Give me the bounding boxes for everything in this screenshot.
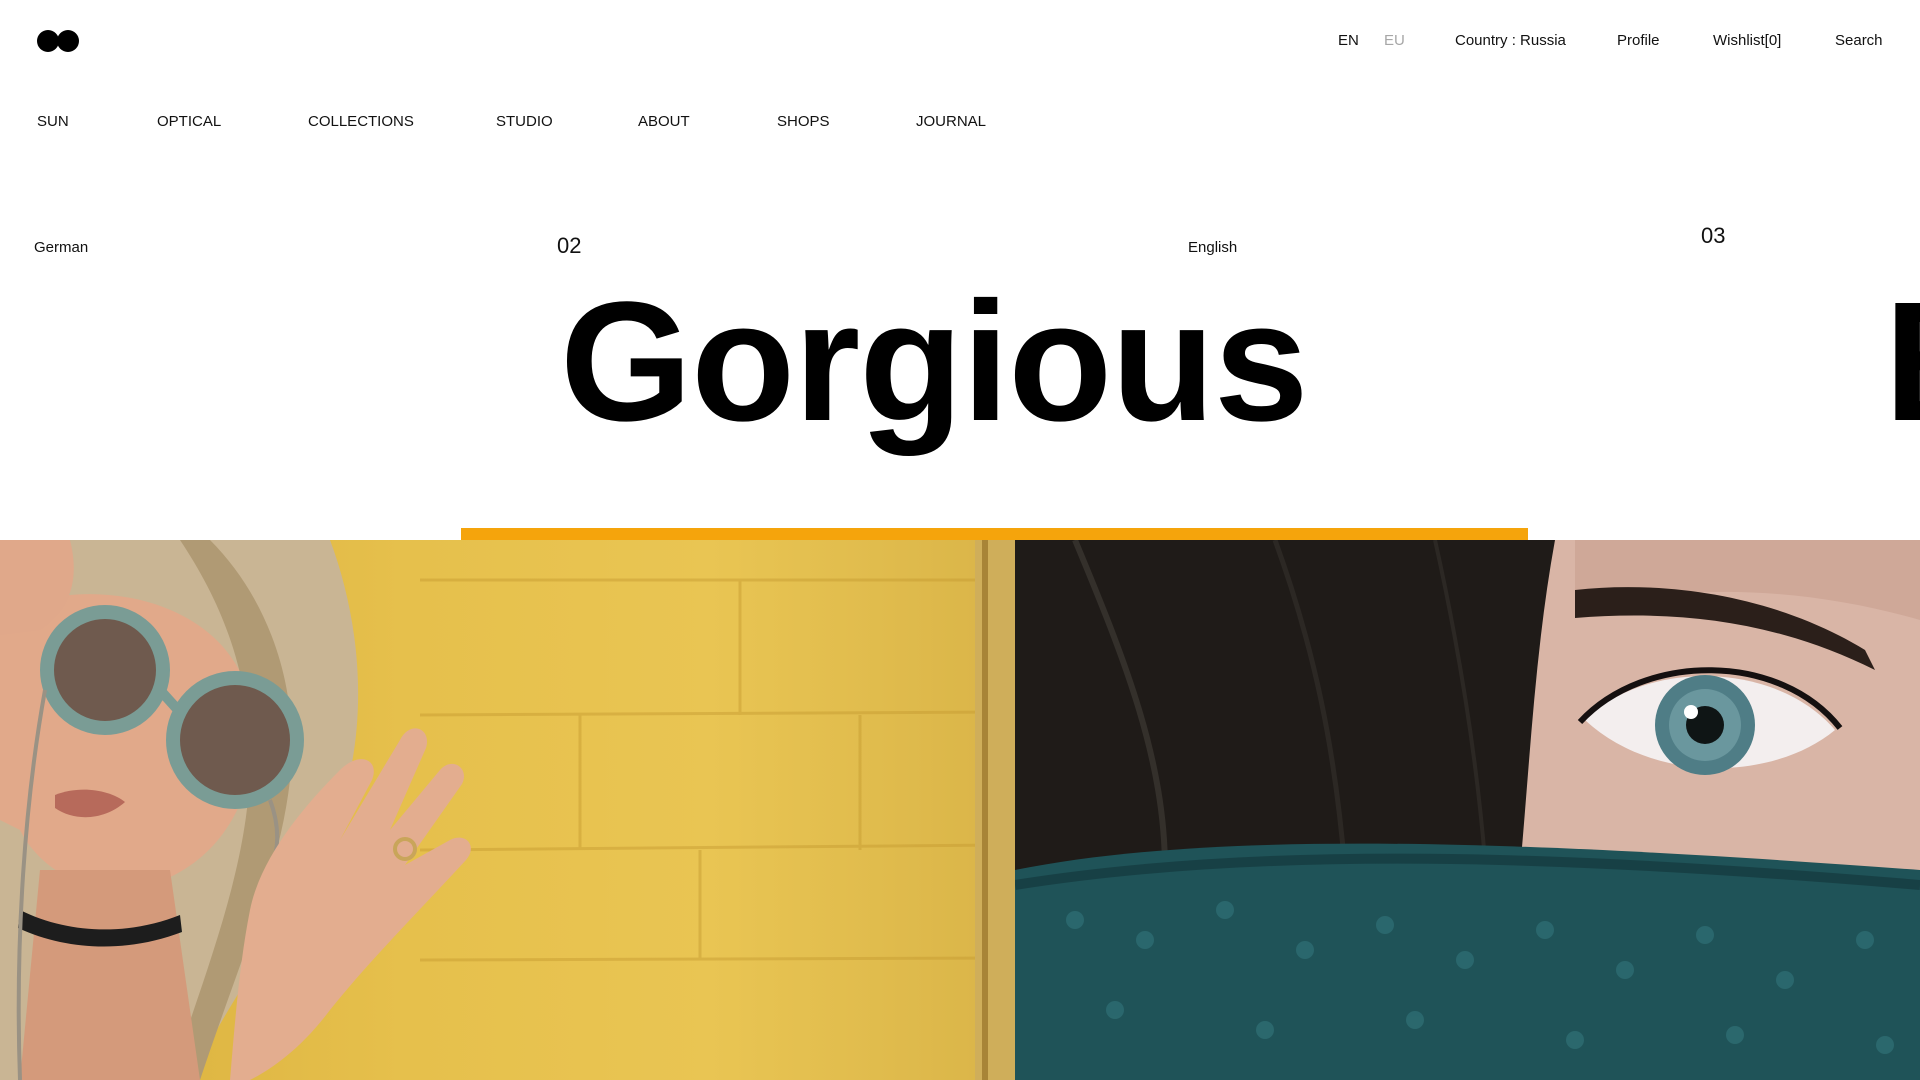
slide-current-word: Gorgious	[560, 267, 1309, 457]
page: EN EU Country : Russia Profile Wishlist[…	[0, 0, 1920, 1080]
slide-next-number: 03	[1701, 223, 1726, 248]
wishlist-link[interactable]: Wishlist[0]	[1713, 31, 1781, 51]
profile-link[interactable]: Profile	[1617, 31, 1660, 51]
lang-eu-link[interactable]: EU	[1384, 31, 1405, 51]
search-link[interactable]: Search	[1835, 31, 1883, 51]
nav-item-collections[interactable]: COLLECTIONS	[308, 112, 414, 132]
nav-item-shops[interactable]: SHOPS	[777, 112, 830, 132]
slide-prev-language: German	[34, 239, 89, 256]
slide-next-word-peek: E	[1884, 262, 1920, 462]
slide-image-sunglasses[interactable]	[0, 540, 1015, 1080]
logo-circle-left	[37, 30, 59, 52]
slide-current-number: 02	[557, 233, 582, 258]
slide-accent-bar	[461, 528, 1528, 540]
nav-item-sun[interactable]: SUN	[37, 112, 69, 132]
brand-logo[interactable]	[37, 30, 81, 52]
nav-item-optical[interactable]: OPTICAL	[157, 112, 221, 132]
slide-next-word-glyph: E	[1884, 262, 1920, 462]
slide-image-eye[interactable]	[1015, 540, 1920, 1080]
logo-circle-right	[57, 30, 79, 52]
nav-item-journal[interactable]: JOURNAL	[916, 112, 986, 132]
nav-item-studio[interactable]: STUDIO	[496, 112, 553, 132]
country-selector[interactable]: Country : Russia	[1455, 31, 1566, 51]
nav-item-about[interactable]: ABOUT	[638, 112, 690, 132]
lang-en-link[interactable]: EN	[1338, 31, 1359, 51]
sunglasses-portrait-illustration	[0, 540, 1015, 1080]
eye-portrait-illustration	[1015, 540, 1920, 1080]
slide-current-language: English	[1188, 239, 1238, 256]
